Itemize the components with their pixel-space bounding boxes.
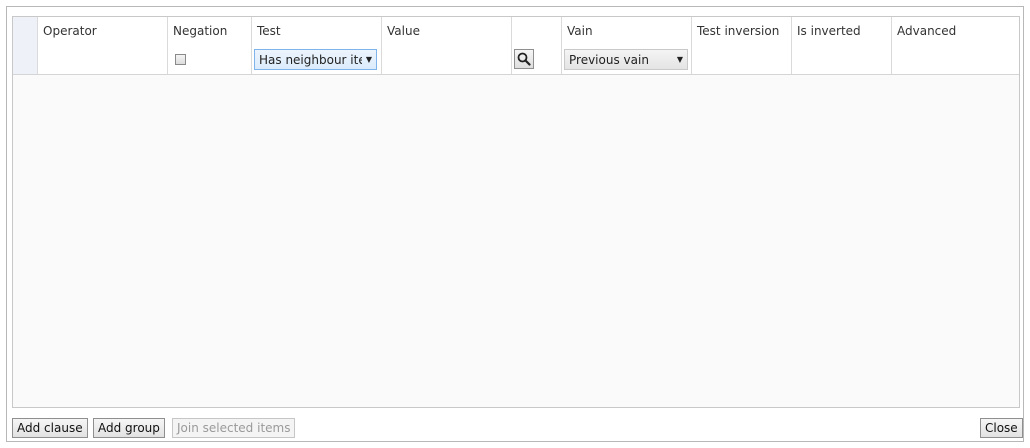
column-header-value[interactable]: Value <box>382 17 512 45</box>
add-group-button[interactable]: Add group <box>93 418 165 438</box>
vain-dropdown-value: Previous vain <box>569 52 649 67</box>
search-button[interactable] <box>514 49 534 69</box>
join-selected-items-button[interactable]: Join selected items <box>172 418 296 438</box>
search-cell <box>512 45 562 74</box>
test-dropdown-value: Has neighbour iter <box>259 52 362 67</box>
condition-editor-window: Operator Negation Test Value Vain Test i… <box>6 6 1024 442</box>
test-dropdown[interactable]: Has neighbour iter ▼ <box>254 49 377 70</box>
operator-cell[interactable] <box>38 45 168 74</box>
test-inversion-cell[interactable] <box>692 45 792 74</box>
column-header-vain[interactable]: Vain <box>562 17 692 45</box>
chevron-down-icon: ▼ <box>676 55 684 64</box>
header-row-selector <box>13 17 38 45</box>
row-selector[interactable] <box>13 45 38 74</box>
column-header-is-inverted[interactable]: Is inverted <box>792 17 892 45</box>
conditions-grid: Operator Negation Test Value Vain Test i… <box>12 16 1020 408</box>
column-header-test[interactable]: Test <box>252 17 382 45</box>
value-cell[interactable] <box>382 45 512 74</box>
table-row: Has neighbour iter ▼ Previous vain ▼ <box>13 45 1019 75</box>
vain-dropdown[interactable]: Previous vain ▼ <box>564 49 688 70</box>
is-inverted-cell[interactable] <box>792 45 892 74</box>
close-button[interactable]: Close <box>980 418 1023 438</box>
negation-checkbox[interactable] <box>175 54 186 65</box>
add-clause-button[interactable]: Add clause <box>12 418 88 438</box>
column-header-search[interactable] <box>512 17 562 45</box>
negation-cell <box>168 45 252 74</box>
chevron-down-icon: ▼ <box>365 55 373 64</box>
advanced-cell[interactable] <box>892 45 1019 74</box>
search-icon <box>517 52 531 66</box>
column-header-negation[interactable]: Negation <box>168 17 252 45</box>
column-header-test-inversion[interactable]: Test inversion <box>692 17 792 45</box>
test-cell: Has neighbour iter ▼ <box>252 45 382 74</box>
column-header-advanced[interactable]: Advanced <box>892 17 1019 45</box>
grid-header: Operator Negation Test Value Vain Test i… <box>13 17 1019 46</box>
vain-cell: Previous vain ▼ <box>562 45 692 74</box>
column-header-operator[interactable]: Operator <box>38 17 168 45</box>
